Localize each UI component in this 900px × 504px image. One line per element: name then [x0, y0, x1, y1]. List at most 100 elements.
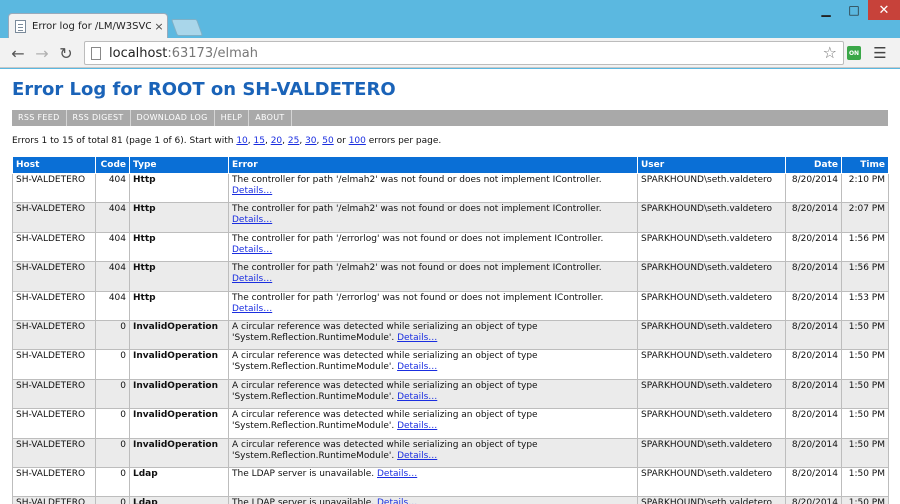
help-link[interactable]: HELP: [215, 110, 250, 126]
download-log-link[interactable]: DOWNLOAD LOG: [131, 110, 215, 126]
table-row: SH-VALDETERO 404 Http The controller for pa…: [12, 231, 889, 263]
cell-date: 8/20/2014: [785, 261, 842, 292]
page-size-link[interactable]: 50: [322, 136, 333, 146]
cell-code: 404: [95, 202, 130, 233]
error-message: The controller for path '/errorlog' was …: [232, 233, 604, 244]
table-row: SH-VALDETERO 0 Ldap The LDAP server is unav…: [12, 466, 889, 498]
table-row: SH-VALDETERO 404 Http The controller for pa…: [12, 290, 889, 321]
cell-type: Http: [129, 290, 229, 321]
cell-error: The controller for path '/elmah2' was no…: [228, 202, 638, 233]
page-size-link[interactable]: 100: [349, 136, 366, 146]
minimize-button[interactable]: ▁: [812, 0, 840, 20]
details-link[interactable]: Details…: [397, 451, 437, 461]
page-size-link[interactable]: 30: [305, 136, 316, 146]
col-header-code[interactable]: Code: [95, 156, 130, 174]
cell-code: 0: [95, 319, 130, 351]
address-bar[interactable]: localhost:63173/elmah ☆: [84, 41, 844, 65]
browser-tab[interactable]: Error log for /LM/W3SVC/ ×: [8, 13, 168, 38]
col-header-user[interactable]: User: [637, 156, 786, 174]
details-link[interactable]: Details…: [397, 362, 437, 372]
star-icon[interactable]: ☆: [823, 43, 837, 62]
browser-toolbar: ← → ↻ localhost:63173/elmah ☆ ON ☰: [0, 38, 900, 68]
title-bar: Error log for /LM/W3SVC/ × ▁ □ ✕: [0, 0, 900, 38]
cell-user: SPARKHOUND\seth.valdetero: [637, 261, 786, 292]
cell-type: Ldap: [129, 496, 229, 504]
cell-code: 404: [95, 290, 130, 321]
cell-type: Http: [129, 202, 229, 233]
error-message: A circular reference was detected while …: [232, 380, 538, 402]
col-header-type[interactable]: Type: [129, 156, 229, 174]
about-link[interactable]: ABOUT: [249, 110, 292, 126]
forward-arrow-icon[interactable]: →: [32, 43, 52, 63]
details-link[interactable]: Details…: [232, 186, 272, 196]
cell-time: 1:50 PM: [841, 408, 889, 439]
rss-digest-link[interactable]: RSS DIGEST: [67, 110, 131, 126]
details-link[interactable]: Details…: [377, 498, 417, 504]
cell-host: SH-VALDETERO: [12, 261, 96, 292]
page-title: Error Log for ROOT on SH-VALDETERO: [12, 79, 396, 100]
cell-date: 8/20/2014: [785, 378, 842, 410]
close-window-button[interactable]: ✕: [868, 0, 900, 20]
cell-user: SPARKHOUND\seth.valdetero: [637, 349, 786, 380]
error-message: The controller for path '/elmah2' was no…: [232, 204, 602, 215]
page-icon: [91, 46, 101, 60]
cell-code: 0: [95, 349, 130, 380]
tab-close-icon[interactable]: ×: [151, 20, 167, 33]
new-tab-button[interactable]: [170, 19, 204, 36]
cell-error: The controller for path '/elmah2' was no…: [228, 172, 638, 204]
table-row: SH-VALDETERO 404 Http The controller for pa…: [12, 172, 889, 204]
details-link[interactable]: Details…: [232, 245, 272, 255]
cell-code: 0: [95, 466, 130, 498]
error-message: A circular reference was detected while …: [232, 321, 538, 343]
table-header-row: Host Code Type Error User Date Time: [12, 156, 889, 174]
details-link[interactable]: Details…: [397, 333, 437, 343]
cell-user: SPARKHOUND\seth.valdetero: [637, 466, 786, 498]
error-message: A circular reference was detected while …: [232, 439, 538, 461]
details-link[interactable]: Details…: [397, 421, 437, 431]
details-link[interactable]: Details…: [232, 215, 272, 225]
page-size-link[interactable]: 15: [254, 136, 265, 146]
cell-host: SH-VALDETERO: [12, 202, 96, 233]
summary-or: or: [336, 136, 346, 146]
details-link[interactable]: Details…: [377, 469, 417, 479]
page-size-link[interactable]: 25: [288, 136, 299, 146]
col-header-date[interactable]: Date: [785, 156, 842, 174]
table-row: SH-VALDETERO 0 InvalidOperation A circular …: [12, 408, 889, 439]
table-row: SH-VALDETERO 0 InvalidOperation A circular …: [12, 437, 889, 468]
col-header-time[interactable]: Time: [841, 156, 889, 174]
cell-code: 404: [95, 172, 130, 204]
page-size-link[interactable]: 20: [271, 136, 282, 146]
cell-type: Http: [129, 261, 229, 292]
cell-user: SPARKHOUND\seth.valdetero: [637, 378, 786, 410]
cell-time: 1:50 PM: [841, 349, 889, 380]
details-link[interactable]: Details…: [397, 392, 437, 402]
col-header-host[interactable]: Host: [12, 156, 96, 174]
error-message: The controller for path '/elmah2' was no…: [232, 175, 602, 185]
cell-code: 404: [95, 231, 130, 263]
extension-icon[interactable]: ON: [847, 46, 861, 60]
page-favicon-icon: [15, 19, 26, 33]
cell-time: 1:50 PM: [841, 378, 889, 410]
details-link[interactable]: Details…: [232, 274, 272, 284]
back-arrow-icon[interactable]: ←: [8, 43, 28, 63]
cell-user: SPARKHOUND\seth.valdetero: [637, 172, 786, 204]
page-summary: Errors 1 to 15 of total 81 (page 1 of 6)…: [12, 136, 442, 146]
cell-error: A circular reference was detected while …: [228, 349, 638, 380]
cell-user: SPARKHOUND\seth.valdetero: [637, 231, 786, 263]
table-row: SH-VALDETERO 0 InvalidOperation A circular …: [12, 349, 889, 380]
maximize-button[interactable]: □: [840, 0, 868, 20]
reload-icon[interactable]: ↻: [56, 43, 76, 63]
cell-error: A circular reference was detected while …: [228, 378, 638, 410]
table-row: SH-VALDETERO 0 InvalidOperation A circular …: [12, 319, 889, 351]
hamburger-menu-icon[interactable]: ☰: [873, 44, 887, 62]
cell-user: SPARKHOUND\seth.valdetero: [637, 408, 786, 439]
cell-code: 0: [95, 378, 130, 410]
cell-host: SH-VALDETERO: [12, 378, 96, 410]
page-size-link[interactable]: 10: [236, 136, 247, 146]
col-header-error[interactable]: Error: [228, 156, 638, 174]
details-link[interactable]: Details…: [232, 304, 272, 314]
cell-date: 8/20/2014: [785, 172, 842, 204]
cell-time: 1:50 PM: [841, 437, 889, 468]
rss-feed-link[interactable]: RSS FEED: [12, 110, 67, 126]
cell-user: SPARKHOUND\seth.valdetero: [637, 437, 786, 468]
